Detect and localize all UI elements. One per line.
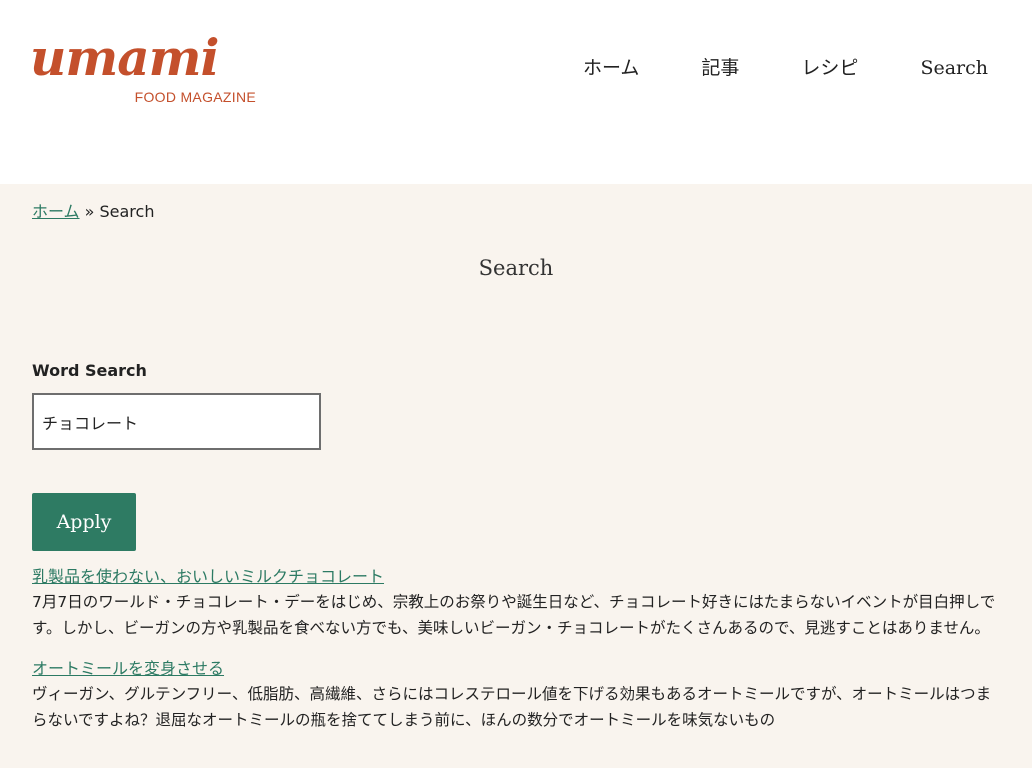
page-title: Search: [478, 256, 554, 280]
search-result-title-link[interactable]: 乳製品を使わない、おいしいミルクチョコレート: [32, 565, 384, 589]
nav-item-articles[interactable]: 記事: [701, 52, 739, 84]
nav-item-home[interactable]: ホーム: [583, 52, 639, 84]
nav-item-search[interactable]: Search: [920, 52, 988, 84]
search-result-excerpt: 7月7日のワールド・チョコレート・デーをはじめ、宗教上のお祭りや誕生日など、チョ…: [32, 593, 996, 637]
breadcrumb-home-link[interactable]: ホーム: [32, 202, 80, 221]
site-logo[interactable]: umami FOOD MAGAZINE: [30, 30, 256, 108]
nav-item-recipes[interactable]: レシピ: [801, 52, 858, 84]
search-result-excerpt: ヴィーガン、グルテンフリー、低脂肪、高繊維、さらにはコレステロール値を下げる効果…: [32, 685, 992, 729]
main-navigation: ホーム 記事 レシピ Search: [583, 52, 988, 84]
apply-button[interactable]: Apply: [32, 493, 136, 551]
site-header: umami FOOD MAGAZINE ホーム 記事 レシピ Search: [0, 0, 1032, 184]
search-result-title-link[interactable]: オートミールを変身させる: [32, 657, 224, 681]
search-result-item: 乳製品を使わない、おいしいミルクチョコレート 7月7日のワールド・チョコレート・…: [32, 565, 997, 641]
breadcrumb: ホーム » Search: [32, 201, 154, 223]
search-results: 乳製品を使わない、おいしいミルクチョコレート 7月7日のワールド・チョコレート・…: [32, 565, 997, 749]
breadcrumb-current: Search: [99, 202, 155, 221]
main-content: ホーム » Search Search Word Search Apply 乳製…: [0, 184, 1032, 768]
word-search-label: Word Search: [32, 361, 147, 380]
logo-wordmark: umami: [30, 28, 220, 87]
logo-tagline: FOOD MAGAZINE: [134, 89, 256, 105]
search-result-item: オートミールを変身させる ヴィーガン、グルテンフリー、低脂肪、高繊維、さらにはコ…: [32, 657, 997, 733]
breadcrumb-separator: »: [79, 202, 100, 221]
word-search-input[interactable]: [32, 393, 321, 450]
